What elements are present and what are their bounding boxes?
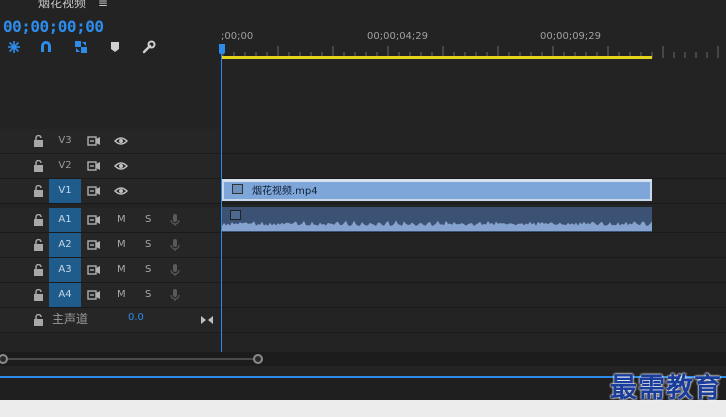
- lock-icon[interactable]: [33, 289, 44, 301]
- playhead-line[interactable]: [221, 44, 222, 354]
- track-header: A4 M S: [0, 283, 220, 307]
- scroll-handle-right[interactable]: [253, 354, 263, 364]
- track-a3: A3 M S: [0, 258, 726, 283]
- track-name[interactable]: V3: [49, 129, 81, 153]
- eye-icon[interactable]: [114, 184, 128, 198]
- work-area-bar[interactable]: [221, 56, 652, 59]
- lock-icon[interactable]: [33, 314, 44, 326]
- ruler-label: ;00;00: [221, 31, 254, 42]
- scroll-handle-left[interactable]: [0, 354, 8, 364]
- sequence-tab[interactable]: 烟花视频 ≡: [38, 0, 108, 11]
- sync-lock-icon[interactable]: [87, 288, 101, 302]
- track-name[interactable]: V1: [49, 179, 81, 203]
- track-v2: V2: [0, 154, 726, 179]
- track-header: V3: [0, 129, 220, 153]
- sequence-title: 烟花视频: [38, 0, 87, 10]
- linked-selection-icon[interactable]: [72, 38, 90, 56]
- ruler-label: 00;00;04;29: [367, 31, 429, 42]
- mute-button[interactable]: M: [117, 208, 126, 232]
- mute-button[interactable]: M: [117, 233, 126, 257]
- audio-waveform: [222, 220, 652, 231]
- eye-icon[interactable]: [114, 134, 128, 148]
- fx-badge-icon: [232, 184, 243, 194]
- marker-icon[interactable]: [106, 38, 124, 56]
- ruler-label: 00;00;09;29: [540, 31, 602, 42]
- sync-lock-icon[interactable]: [87, 134, 101, 148]
- solo-button[interactable]: S: [145, 258, 151, 282]
- track-lane[interactable]: [221, 283, 726, 307]
- microphone-icon[interactable]: [168, 238, 182, 252]
- lock-icon[interactable]: [33, 264, 44, 276]
- solo-button[interactable]: S: [145, 208, 151, 232]
- track-lane[interactable]: [221, 308, 726, 332]
- playhead-timecode[interactable]: 00;00;00;00: [3, 17, 104, 36]
- track-header: V2: [0, 154, 220, 178]
- track-lane[interactable]: [221, 129, 726, 153]
- horizontal-scrollbar[interactable]: [0, 352, 726, 366]
- lock-icon[interactable]: [33, 239, 44, 251]
- audio-clip[interactable]: [222, 207, 652, 232]
- track-a4: A4 M S: [0, 283, 726, 308]
- track-name[interactable]: A4: [49, 283, 81, 307]
- track-header: V1: [0, 179, 220, 203]
- snap-icon[interactable]: [5, 38, 23, 56]
- mute-button[interactable]: M: [117, 258, 126, 282]
- master-volume-value[interactable]: 0.0: [128, 312, 144, 323]
- track-lane[interactable]: [221, 154, 726, 178]
- playhead-handle[interactable]: [219, 44, 225, 54]
- zoom-scroll-bar[interactable]: [4, 358, 258, 360]
- track-lane[interactable]: [221, 233, 726, 257]
- lock-icon[interactable]: [33, 214, 44, 226]
- microphone-icon[interactable]: [168, 213, 182, 227]
- master-track-label: 主声道: [52, 312, 89, 326]
- sync-lock-icon[interactable]: [87, 184, 101, 198]
- track-master: 主声道 0.0: [0, 308, 726, 333]
- sync-lock-icon[interactable]: [87, 213, 101, 227]
- track-header: A2 M S: [0, 233, 220, 257]
- eye-icon[interactable]: [114, 159, 128, 173]
- go-to-end-icon[interactable]: [200, 313, 214, 327]
- track-header: 主声道 0.0: [0, 308, 220, 332]
- track-a2: A2 M S: [0, 233, 726, 258]
- video-clip-name: 烟花视频.mp4: [252, 186, 318, 197]
- lock-icon[interactable]: [33, 135, 44, 147]
- mute-button[interactable]: M: [117, 283, 126, 307]
- sync-lock-icon[interactable]: [87, 263, 101, 277]
- watermark-logo: 最需教育: [610, 373, 722, 404]
- microphone-icon[interactable]: [168, 288, 182, 302]
- magnet-icon[interactable]: [37, 38, 55, 56]
- hamburger-icon[interactable]: ≡: [98, 0, 108, 10]
- time-ruler[interactable]: ;00;00 00;00;04;29 00;00;09;29: [221, 28, 726, 58]
- solo-button[interactable]: S: [145, 233, 151, 257]
- lock-icon[interactable]: [33, 160, 44, 172]
- timeline-panel: 烟花视频 ≡ 00;00;00;00 ;00;00 00;00;04;29 00…: [0, 0, 726, 380]
- wrench-icon[interactable]: [140, 38, 158, 56]
- track-lane[interactable]: [221, 258, 726, 282]
- solo-button[interactable]: S: [145, 283, 151, 307]
- track-header: A3 M S: [0, 258, 220, 282]
- sync-lock-icon[interactable]: [87, 238, 101, 252]
- track-name[interactable]: A1: [49, 208, 81, 232]
- track-v3: V3: [0, 129, 726, 154]
- track-name[interactable]: V2: [49, 154, 81, 178]
- microphone-icon[interactable]: [168, 263, 182, 277]
- track-header: A1 M S: [0, 208, 220, 232]
- track-name[interactable]: A2: [49, 233, 81, 257]
- video-clip[interactable]: 烟花视频.mp4: [222, 179, 652, 201]
- lock-icon[interactable]: [33, 185, 44, 197]
- sync-lock-icon[interactable]: [87, 159, 101, 173]
- track-name[interactable]: A3: [49, 258, 81, 282]
